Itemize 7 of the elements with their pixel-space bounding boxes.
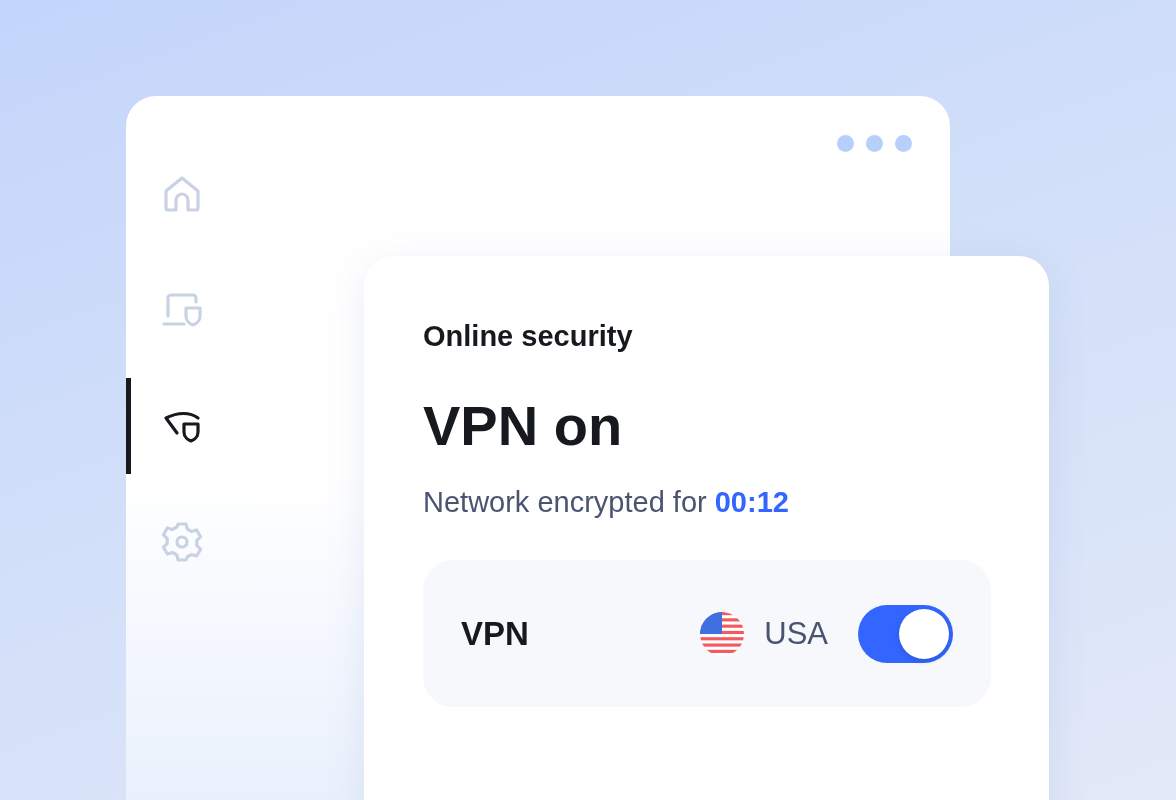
encryption-status: Network encrypted for 00:12 [423, 485, 790, 520]
vpn-label: VPN [461, 614, 530, 653]
card-title: Online security [423, 319, 634, 354]
vpn-status-heading: VPN on [423, 394, 624, 458]
vpn-toggle[interactable] [858, 604, 953, 663]
country-label: USA [764, 615, 828, 652]
more-menu[interactable] [837, 135, 912, 152]
